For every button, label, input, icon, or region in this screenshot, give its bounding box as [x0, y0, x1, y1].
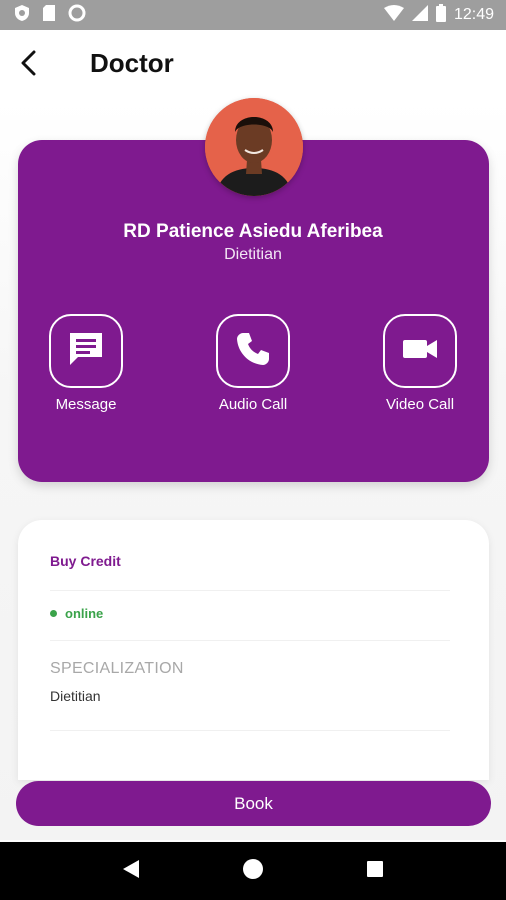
- video-call-action[interactable]: Video Call: [365, 314, 475, 413]
- app-header: Doctor: [0, 30, 506, 100]
- phone-icon: [233, 329, 273, 374]
- home-circle-icon: [242, 858, 264, 885]
- signal-icon: [411, 4, 428, 26]
- back-button[interactable]: [14, 50, 44, 80]
- doctor-role: Dietitian: [224, 246, 282, 263]
- video-call-button[interactable]: [383, 314, 457, 388]
- status-time: 12:49: [453, 6, 494, 23]
- navigation-bar: [0, 842, 506, 900]
- nav-back-button[interactable]: [111, 851, 151, 891]
- page-title: Doctor: [90, 48, 174, 78]
- recents-square-icon: [366, 860, 384, 883]
- online-status-text: online: [65, 606, 104, 621]
- audio-call-button[interactable]: [216, 314, 290, 388]
- shield-icon: [14, 4, 30, 27]
- online-status: online: [50, 606, 103, 621]
- divider: [50, 640, 450, 641]
- audio-call-label: Audio Call: [218, 396, 288, 413]
- status-left-icons: [14, 4, 86, 27]
- book-button[interactable]: Book: [16, 781, 491, 826]
- status-right-icons: 12:49: [383, 3, 494, 27]
- video-camera-icon: [400, 329, 440, 374]
- doctor-avatar: [205, 98, 303, 196]
- doctor-name: RD Patience Asiedu Aferibea: [123, 221, 383, 242]
- battery-icon: [435, 3, 446, 27]
- sd-card-icon: [42, 4, 56, 27]
- status-bar: 12:49: [0, 0, 506, 30]
- nav-home-button[interactable]: [233, 851, 273, 891]
- message-button[interactable]: [49, 314, 123, 388]
- wifi-icon: [383, 4, 404, 26]
- divider: [50, 730, 450, 731]
- divider: [50, 590, 450, 591]
- specialization-value: Dietitian: [50, 688, 101, 704]
- nav-recents-button[interactable]: [355, 851, 395, 891]
- message-label: Message: [55, 396, 117, 413]
- message-icon: [66, 329, 106, 374]
- buy-credit-link[interactable]: Buy Credit: [50, 553, 121, 569]
- audio-call-action[interactable]: Audio Call: [198, 314, 308, 413]
- online-dot-icon: [50, 610, 57, 617]
- video-call-label: Video Call: [385, 396, 455, 413]
- triangle-back-icon: [121, 858, 141, 885]
- back-arrow-icon: [20, 50, 38, 81]
- circle-icon: [68, 4, 86, 27]
- specialization-label: SPECIALIZATION: [50, 660, 184, 677]
- message-action[interactable]: Message: [31, 314, 141, 413]
